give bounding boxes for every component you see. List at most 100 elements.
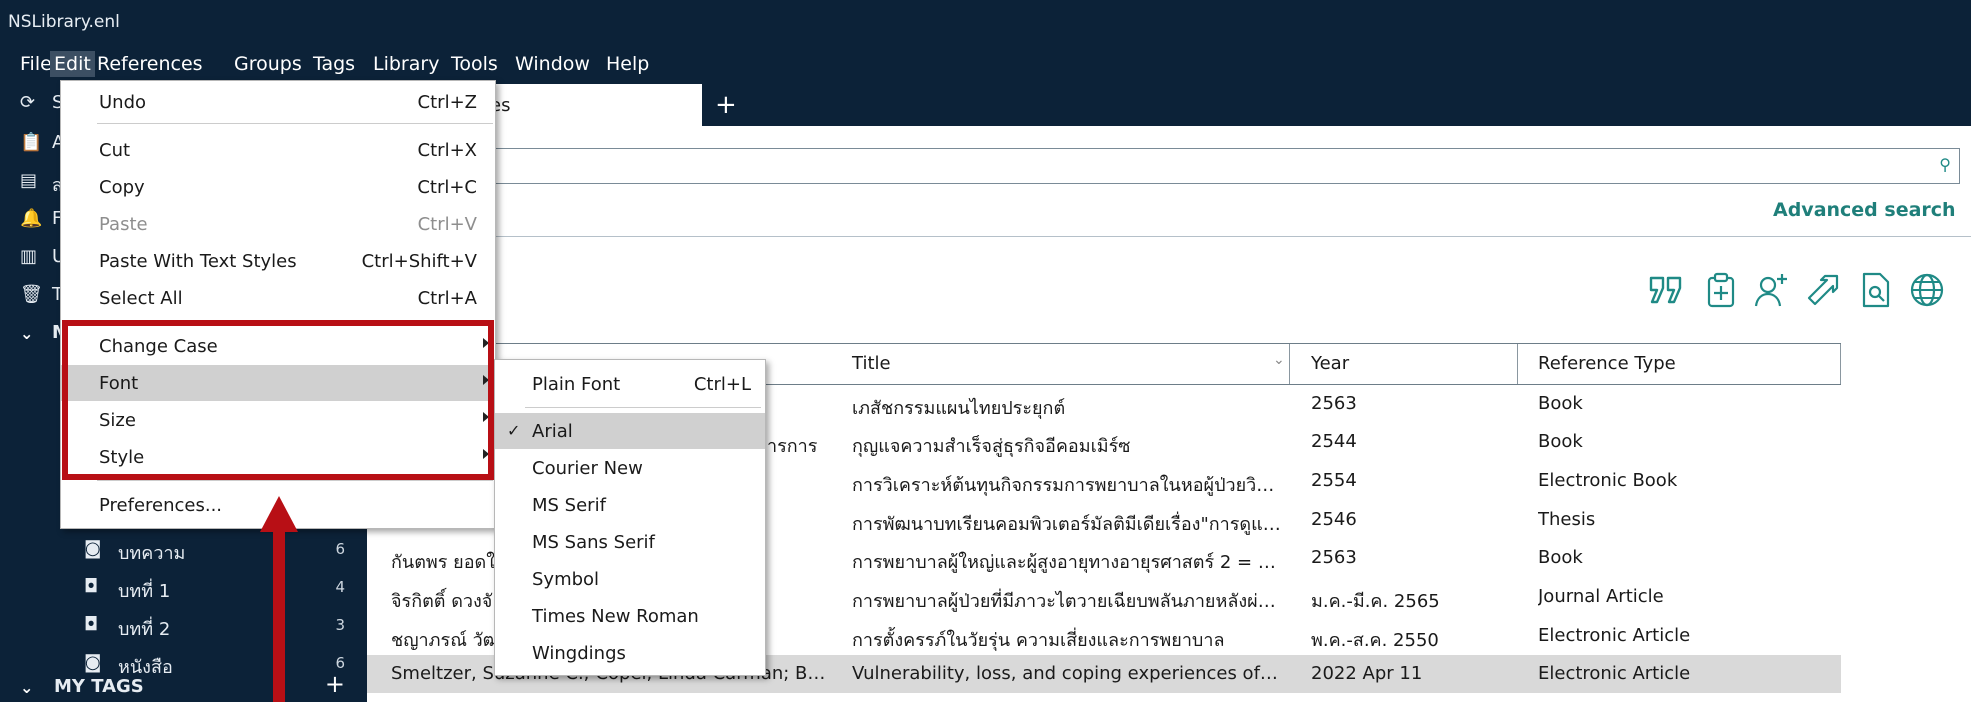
column-divider[interactable] [1289,344,1290,384]
new-tab-button[interactable]: + [715,90,737,120]
menu-library[interactable]: Library [369,51,443,77]
share-user-icon[interactable] [1753,272,1789,308]
menu-item-label: Symbol [532,569,600,590]
chevron-down-icon: ⌄ [20,324,34,343]
menu-item-ms-sans-serif[interactable]: MS Sans Serif [495,524,765,560]
menu-item-cut[interactable]: Cut Ctrl+X [61,132,495,168]
type-cell: Thesis [1538,509,1596,530]
sidebar-group-item[interactable]: ◘ บทที่ 1 4 [0,570,367,604]
sort-chevron-icon[interactable]: ⌄ [1273,352,1285,368]
year-cell: 2554 [1311,470,1357,491]
menu-item-paste: Paste Ctrl+V [61,206,495,242]
bell-icon: 🔔 [20,208,43,229]
title-cell: การพัฒนาบทเรียนคอมพิวเตอร์มัลติมีเดียเรื… [852,514,1282,535]
menu-item-undo[interactable]: Undo Ctrl+Z [61,84,495,120]
title-cell: การพยาบาลผู้ป่วยที่มีภาวะไตวายเฉียบพลันภ… [852,591,1282,612]
menu-item-ms-serif[interactable]: MS Serif [495,487,765,523]
find-pdf-icon[interactable] [1858,272,1894,308]
column-divider[interactable] [1840,344,1841,384]
year-cell: ม.ค.-มี.ค. 2565 [1311,591,1440,612]
menu-item-courier-new[interactable]: Courier New [495,450,765,486]
menu-tags[interactable]: Tags [309,51,359,77]
sidebar-group-count: 4 [335,578,345,596]
year-cell: 2544 [1311,431,1357,452]
annotation-arrow-shaft [273,525,285,702]
type-cell: Book [1538,431,1583,452]
type-cell: Journal Article [1538,586,1664,607]
menu-item-label: Undo [99,92,147,113]
menu-item-copy[interactable]: Copy Ctrl+C [61,169,495,205]
column-header-reference-type[interactable]: Reference Type [1538,353,1676,374]
trash-icon: 🗑 [20,284,43,305]
menu-item-paste-with-text-styles[interactable]: Paste With Text Styles Ctrl+Shift+V [61,243,495,279]
sidebar-section-label: MY TAGS [54,676,144,697]
menu-item-plain-font[interactable]: Plain Font Ctrl+L [495,366,765,402]
menu-separator [525,407,761,408]
add-tag-button[interactable]: + [325,670,345,698]
menu-help[interactable]: Help [602,51,653,77]
search-input[interactable]: ⚲ [384,148,1960,184]
menu-window[interactable]: Window [511,51,594,77]
sidebar-group-label: บทความ [118,543,186,564]
menu-item-shortcut: Ctrl+V [417,214,477,235]
menu-item-label: Copy [99,177,145,198]
menu-item-shortcut: Ctrl+C [417,177,477,198]
sidebar-my-tags-header[interactable]: ⌄ MY TAGS + [0,670,367,704]
sidebar-group-item[interactable]: ◙ บทความ 6 [0,532,367,566]
menu-item-label: Times New Roman [532,606,699,627]
type-cell: Book [1538,393,1583,414]
menu-tools[interactable]: Tools [447,51,502,77]
menu-bar: File Edit References Groups Tags Library… [0,46,1971,80]
menu-item-label: MS Sans Serif [532,532,655,553]
title-cell: การตั้งครรภ์ในวัยรุ่น ความเสี่ยงและการพย… [852,630,1225,651]
column-header-title[interactable]: Title [852,353,891,374]
annotation-highlight-box [62,320,494,480]
menu-item-symbol[interactable]: Symbol [495,561,765,597]
menu-item-label: Preferences... [99,495,223,516]
menu-item-label: Paste [99,214,148,235]
document-icon: ▥ [20,246,38,267]
title-cell: การวิเคราะห์ต้นทุนกิจกรรมการพยาบาลในหอผู… [852,475,1282,496]
column-header-year[interactable]: Year [1311,353,1349,374]
column-divider[interactable] [1517,344,1518,384]
title-cell: Vulnerability, loss, and coping experien… [852,663,1282,684]
title-cell: กุญแจความสำเร็จสู่ธุรกิจอีคอมเมิร์ซ [852,436,1131,457]
menu-item-shortcut: Ctrl+Z [417,92,477,113]
title-cell: เภสัชกรรมแผนไทยประยุกต์ [852,398,1066,419]
title-bar: NSLibrary.enl [0,0,1971,46]
type-cell: Electronic Book [1538,470,1678,491]
menu-item-wingdings[interactable]: Wingdings [495,635,765,671]
search-icon[interactable]: ⚲ [1939,155,1951,174]
window-title: NSLibrary.enl [8,12,120,32]
author-cell: ารการ [767,436,818,457]
globe-online-search-icon[interactable] [1909,272,1945,308]
group-icon: ◘ [84,576,99,597]
chevron-down-icon: ⌄ [20,678,34,697]
sidebar-group-label: บทที่ 2 [118,619,171,640]
menu-item-label: Plain Font [532,374,621,395]
menu-item-label: Wingdings [532,643,626,664]
menu-item-label: Paste With Text Styles [99,251,297,272]
menu-item-select-all[interactable]: Select All Ctrl+A [61,280,495,316]
add-to-clipboard-icon[interactable] [1703,272,1739,308]
year-cell: 2022 Apr 11 [1311,663,1423,684]
menu-groups[interactable]: Groups [230,51,306,77]
menu-item-shortcut: Ctrl+X [417,140,477,161]
menu-separator [97,480,493,481]
cite-quote-icon[interactable] [1648,272,1684,308]
sidebar-group-item[interactable]: ◘ บทที่ 2 3 [0,608,367,642]
menu-references[interactable]: References [93,51,207,77]
divider [367,236,1971,237]
sidebar-group-count: 3 [335,616,345,634]
menu-item-shortcut: Ctrl+L [693,374,751,395]
menu-item-label: Arial [532,421,573,442]
checkmark-icon: ✓ [507,421,521,440]
menu-item-times-new-roman[interactable]: Times New Roman [495,598,765,634]
menu-edit[interactable]: Edit [50,51,95,77]
year-cell: 2563 [1311,393,1357,414]
menu-item-label: Courier New [532,458,643,479]
year-cell: 2563 [1311,547,1357,568]
export-arrow-icon[interactable] [1805,272,1841,308]
menu-item-arial[interactable]: ✓ Arial [495,413,765,449]
advanced-search-link[interactable]: Advanced search [1773,199,1956,221]
